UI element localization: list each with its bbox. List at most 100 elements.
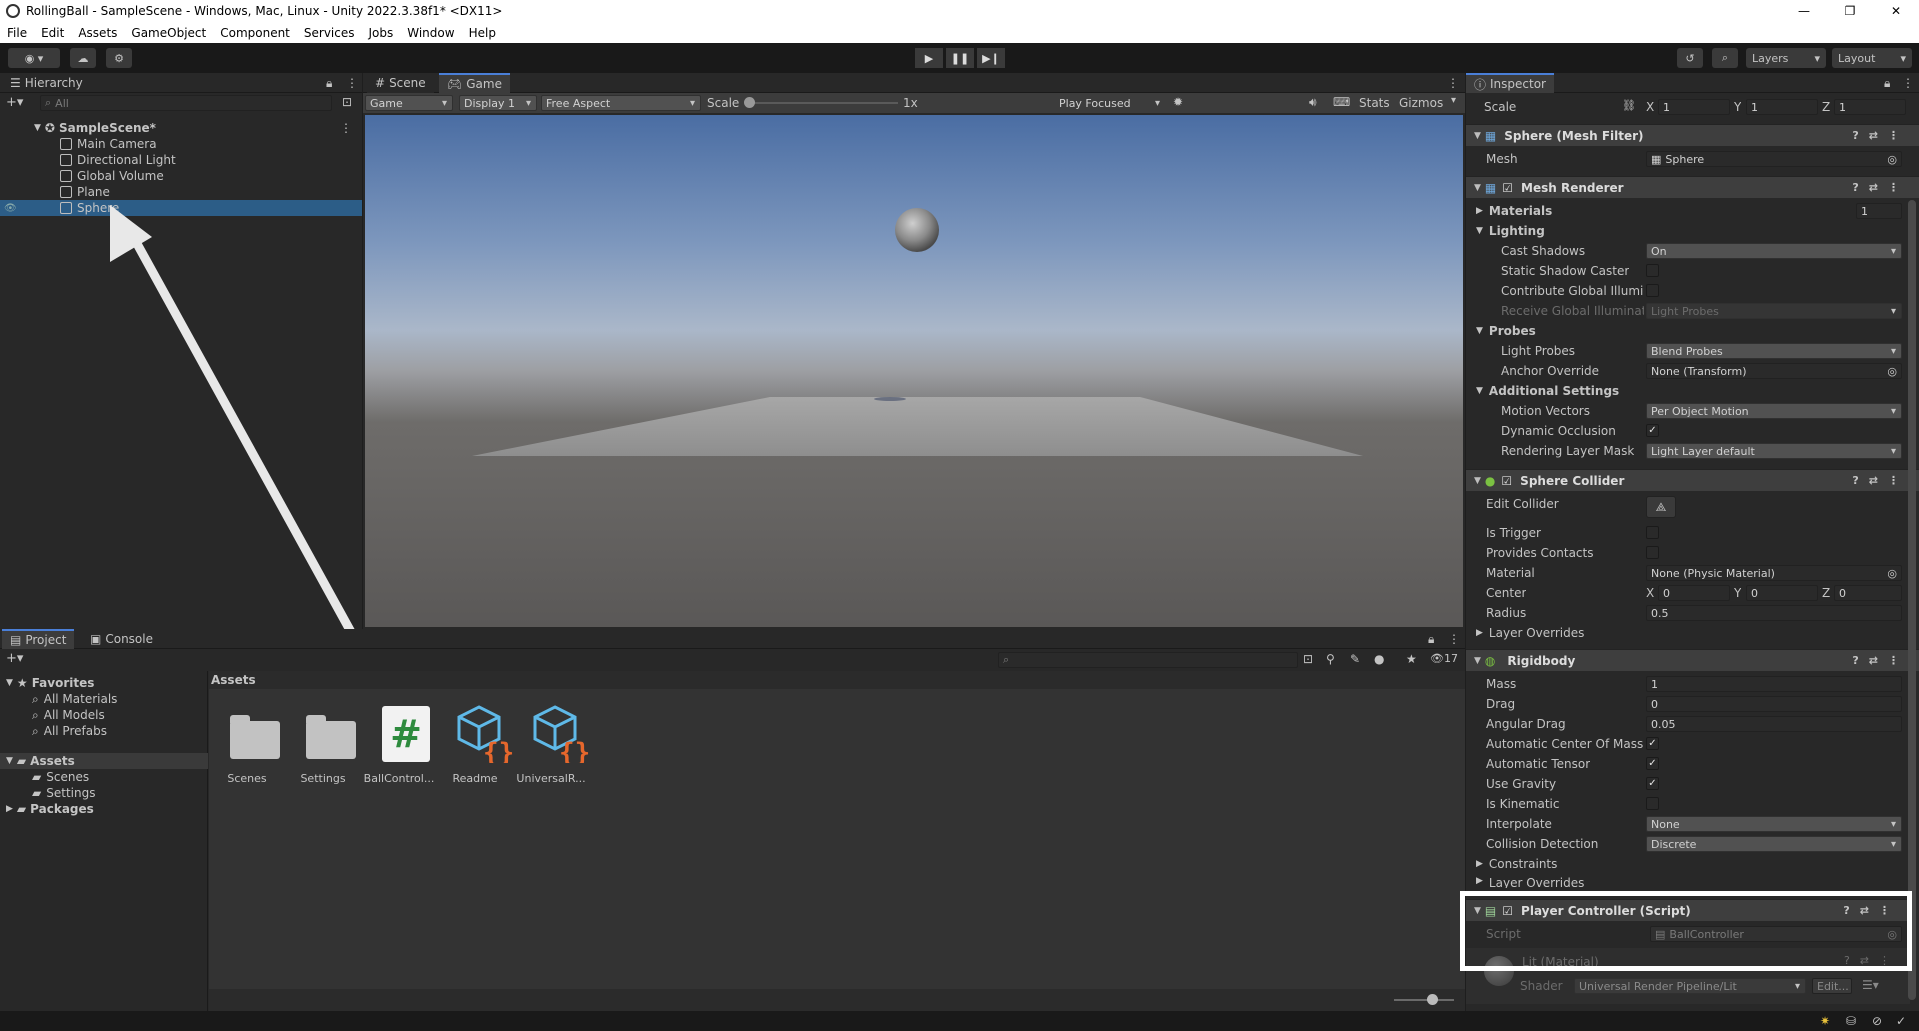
- auto-center-checkbox[interactable]: ✓: [1646, 737, 1659, 750]
- enabled-checkbox[interactable]: ☑: [1502, 181, 1513, 195]
- mesh-filter-header[interactable]: ▼ ▦ Sphere (Mesh Filter) ?⇄⋮: [1466, 124, 1919, 146]
- warning-icon[interactable]: ●: [1374, 652, 1384, 666]
- contribute-gi-checkbox[interactable]: [1646, 284, 1659, 297]
- favorite-all-materials[interactable]: ⌕ All Materials: [0, 691, 208, 707]
- drag-input[interactable]: 0: [1646, 696, 1902, 712]
- collapse-arrow-icon[interactable]: ▶: [6, 804, 13, 814]
- anchor-override-field[interactable]: None (Transform) ◎: [1646, 363, 1902, 379]
- list-menu-icon[interactable]: ☰▾: [1862, 978, 1879, 992]
- asset-item-universalrp[interactable]: {} UniversalR...: [513, 701, 589, 791]
- network-icon[interactable]: ⊘: [1872, 1014, 1882, 1028]
- lighting-foldout[interactable]: ▼ Lighting: [1476, 223, 1545, 239]
- rigidbody-layer-overrides-foldout[interactable]: ▶ Layer Overrides: [1476, 876, 1584, 888]
- angular-drag-input[interactable]: 0.05: [1646, 716, 1902, 732]
- kebab-menu-icon[interactable]: ⋮: [1902, 76, 1914, 90]
- rigidbody-header[interactable]: ▼ ◍ Rigidbody ?⇄⋮: [1466, 649, 1919, 671]
- constrain-proportions-icon[interactable]: ⛓: [1622, 99, 1636, 112]
- lighting-build-icon[interactable]: ✷: [1820, 1014, 1830, 1028]
- physic-material-field[interactable]: None (Physic Material) ◎: [1646, 565, 1902, 581]
- favorite-all-prefabs[interactable]: ⌕ All Prefabs: [0, 723, 208, 739]
- edit-collider-button[interactable]: ⟁: [1646, 496, 1676, 518]
- status-check-icon[interactable]: ✓: [1896, 1014, 1906, 1028]
- assets-breadcrumb[interactable]: Assets: [211, 672, 256, 688]
- center-y-input[interactable]: 0: [1746, 585, 1818, 601]
- search-by-type-icon[interactable]: ⊡: [1303, 652, 1313, 666]
- interpolate-dropdown[interactable]: None: [1646, 816, 1902, 832]
- object-picker-icon[interactable]: ◎: [1887, 153, 1897, 166]
- center-z-input[interactable]: 0: [1834, 585, 1902, 601]
- static-shadow-checkbox[interactable]: [1646, 264, 1659, 277]
- hidden-packages-count[interactable]: 👁︎17: [1430, 652, 1458, 665]
- kebab-menu-icon[interactable]: ⋮: [1448, 632, 1460, 646]
- expand-arrow-icon[interactable]: ▼: [6, 678, 13, 688]
- favorite-all-models[interactable]: ⌕ All Models: [0, 707, 208, 723]
- asset-item-settings[interactable]: Settings: [285, 701, 361, 791]
- component-header-icons[interactable]: ?⇄⋮: [1852, 129, 1909, 142]
- expand-arrow-icon[interactable]: ▼: [6, 756, 13, 766]
- expand-arrow-icon[interactable]: ▼: [1474, 131, 1481, 141]
- mass-input[interactable]: 1: [1646, 676, 1902, 692]
- asset-item-ballcontroller[interactable]: # BallControl...: [361, 701, 437, 791]
- probes-foldout[interactable]: ▼ Probes: [1476, 323, 1536, 339]
- use-gravity-checkbox[interactable]: ✓: [1646, 777, 1659, 790]
- physic-material-label: Material: [1486, 566, 1535, 580]
- rendering-layer-dropdown[interactable]: Light Layer default: [1646, 443, 1902, 459]
- dynamic-occlusion-checkbox[interactable]: ✓: [1646, 424, 1659, 437]
- inspector-scrollbar[interactable]: [1908, 200, 1916, 1000]
- icon-size-slider-handle[interactable]: [1427, 994, 1438, 1005]
- scale-x-input[interactable]: 1: [1658, 99, 1730, 115]
- materials-foldout[interactable]: ▶ Materials: [1476, 203, 1552, 219]
- add-icon[interactable]: +▾: [6, 651, 23, 666]
- collision-detection-dropdown[interactable]: Discrete: [1646, 836, 1902, 852]
- additional-settings-foldout[interactable]: ▼ Additional Settings: [1476, 383, 1619, 399]
- project-search-input[interactable]: ⌕: [998, 652, 1298, 668]
- shader-edit-button[interactable]: Edit...: [1812, 978, 1852, 994]
- label-icon[interactable]: ✎: [1350, 652, 1360, 666]
- center-x-input[interactable]: 0: [1658, 585, 1730, 601]
- expand-arrow-icon: ▼: [1476, 386, 1483, 396]
- component-header-icons[interactable]: ?⇄⋮: [1852, 181, 1909, 194]
- object-picker-icon[interactable]: ◎: [1887, 567, 1897, 580]
- packages-row[interactable]: ▶ ▰ Packages: [0, 801, 208, 817]
- auto-tensor-checkbox[interactable]: ✓: [1646, 757, 1659, 770]
- mesh-field[interactable]: ▦ Sphere ◎: [1646, 151, 1902, 167]
- icon-size-slider-track[interactable]: [1394, 999, 1454, 1001]
- motion-vectors-dropdown[interactable]: Per Object Motion: [1646, 403, 1902, 419]
- component-header-icons[interactable]: ?⇄⋮: [1852, 474, 1909, 487]
- cache-server-icon[interactable]: ⛁: [1846, 1014, 1856, 1028]
- radius-input[interactable]: 0.5: [1646, 605, 1902, 621]
- shader-dropdown[interactable]: Universal Render Pipeline/Lit: [1574, 978, 1806, 994]
- constraints-foldout[interactable]: ▶ Constraints: [1476, 856, 1557, 872]
- folder-scenes[interactable]: ▰ Scenes: [0, 769, 208, 785]
- asset-item-scenes[interactable]: Scenes: [209, 701, 285, 791]
- expand-arrow-icon[interactable]: ▼: [1474, 476, 1481, 486]
- favorites-row[interactable]: ▼ ★ Favorites: [0, 675, 208, 691]
- tab-inspector[interactable]: ⓘ Inspector: [1466, 73, 1554, 93]
- enabled-checkbox[interactable]: ☑: [1501, 474, 1512, 488]
- scale-z-input[interactable]: 1: [1834, 99, 1906, 115]
- assets-breadcrumb-bar: Assets: [209, 671, 1465, 689]
- folder-settings[interactable]: ▰ Settings: [0, 785, 208, 801]
- tab-project[interactable]: ▤ Project: [2, 629, 75, 649]
- assets-folder-row[interactable]: ▼ ▰ Assets: [0, 753, 208, 769]
- materials-count-input[interactable]: 1: [1856, 203, 1902, 219]
- provides-contacts-checkbox[interactable]: [1646, 546, 1659, 559]
- collider-layer-overrides-foldout[interactable]: ▶ Layer Overrides: [1476, 625, 1584, 641]
- is-kinematic-checkbox[interactable]: [1646, 797, 1659, 810]
- star-icon[interactable]: ★: [1406, 652, 1417, 666]
- light-probes-dropdown[interactable]: Blend Probes: [1646, 343, 1902, 359]
- scale-y-input[interactable]: 1: [1746, 99, 1818, 115]
- object-picker-icon[interactable]: ◎: [1887, 365, 1897, 378]
- sphere-collider-header[interactable]: ▼ ● ☑ Sphere Collider ?⇄⋮: [1466, 469, 1919, 491]
- expand-arrow-icon[interactable]: ▼: [1474, 656, 1481, 666]
- lock-icon[interactable]: 🔒︎: [1884, 76, 1890, 91]
- component-header-icons[interactable]: ?⇄⋮: [1852, 654, 1909, 667]
- expand-arrow-icon[interactable]: ▼: [1474, 183, 1481, 193]
- lock-icon[interactable]: 🔒︎: [1428, 632, 1434, 647]
- tab-console[interactable]: ▣ Console: [82, 629, 161, 649]
- filter-icon[interactable]: ⚲: [1326, 652, 1335, 666]
- mesh-renderer-header[interactable]: ▼ ▦ ☑ Mesh Renderer ?⇄⋮: [1466, 176, 1919, 198]
- asset-item-readme[interactable]: {} Readme: [437, 701, 513, 791]
- is-trigger-checkbox[interactable]: [1646, 526, 1659, 539]
- cast-shadows-dropdown[interactable]: On: [1646, 243, 1902, 259]
